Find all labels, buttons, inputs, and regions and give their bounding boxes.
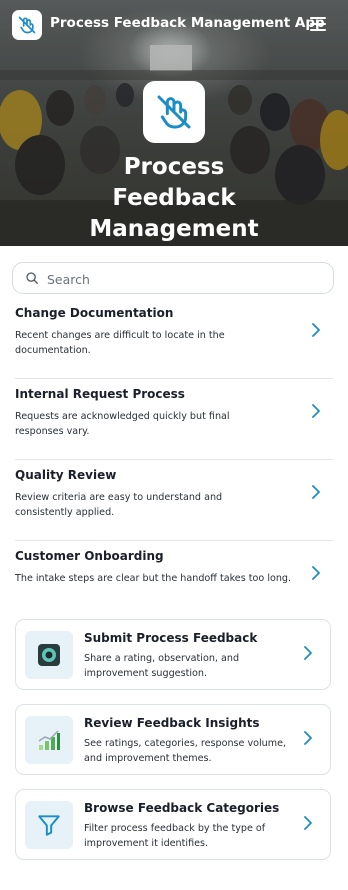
process-description: Requests are acknowledged quickly but fi… [15, 411, 230, 437]
chevron-right-icon [312, 404, 320, 418]
action-title: Review Feedback Insights [84, 716, 260, 730]
process-title: Change Documentation [15, 306, 174, 320]
list-item[interactable]: Customer Onboarding The intake steps are… [15, 541, 333, 621]
chevron-right-icon [312, 566, 320, 580]
hand-slash-icon [18, 16, 36, 34]
action-description: Share a rating, observation, and improve… [84, 653, 240, 679]
bar-chart-icon [38, 730, 60, 750]
action-description: Filter process feedback by the type of i… [84, 823, 266, 849]
hand-slash-icon [157, 95, 191, 129]
filter-icon [38, 815, 60, 836]
hero-banner: Process Feedback Management App Process … [0, 0, 348, 246]
search-bar[interactable] [12, 262, 334, 294]
list-item[interactable]: Change Documentation Recent changes are … [15, 298, 333, 379]
hero-title: Process Feedback Management App [89, 154, 259, 242]
action-description: See ratings, categories, response volume… [84, 738, 287, 764]
list-item[interactable]: Quality Review Review criteria are easy … [15, 460, 333, 541]
process-description: Recent changes are difficult to locate i… [15, 330, 225, 356]
hero-app-icon [143, 81, 205, 143]
process-list: Change Documentation Recent changes are … [15, 298, 333, 621]
chevron-right-icon [304, 731, 312, 745]
hamburger-menu-icon[interactable] [310, 17, 326, 31]
action-thumbnail [25, 716, 73, 764]
list-item[interactable]: Internal Request Process Requests are ac… [15, 379, 333, 460]
process-description: Review criteria are easy to understand a… [15, 492, 223, 518]
browse-categories-card[interactable]: Browse Feedback Categories Filter proces… [15, 789, 331, 860]
action-thumbnail [25, 801, 73, 849]
process-title: Internal Request Process [15, 387, 185, 401]
action-title: Submit Process Feedback [84, 631, 258, 645]
action-thumbnail [25, 631, 73, 679]
action-title: Browse Feedback Categories [84, 801, 280, 815]
search-icon [26, 272, 38, 284]
app-logo[interactable] [12, 10, 42, 40]
chevron-right-icon [304, 646, 312, 660]
submit-feedback-card[interactable]: Submit Process Feedback Share a rating, … [15, 619, 331, 690]
camera-icon [38, 644, 60, 666]
chevron-right-icon [312, 485, 320, 499]
process-title: Quality Review [15, 468, 117, 482]
process-description: The intake steps are clear but the hando… [15, 573, 292, 584]
app-title: Process Feedback Management App [50, 15, 325, 31]
review-insights-card[interactable]: Review Feedback Insights See ratings, ca… [15, 704, 331, 775]
process-title: Customer Onboarding [15, 549, 164, 563]
chevron-right-icon [312, 323, 320, 337]
search-input[interactable] [45, 265, 319, 293]
top-app-bar: Process Feedback Management App [0, 0, 348, 50]
chevron-right-icon [304, 816, 312, 830]
